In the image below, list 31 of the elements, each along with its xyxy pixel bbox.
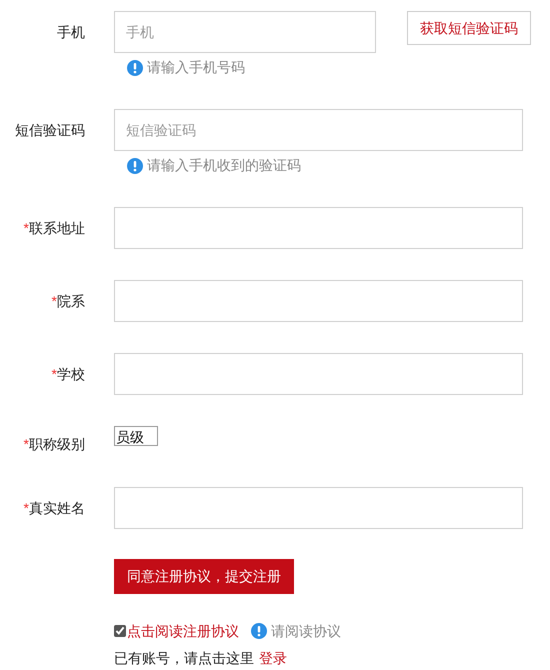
info-icon [127,158,143,174]
field-label: 学校 [57,364,85,384]
input-field[interactable] [114,487,523,529]
submit-button[interactable]: 同意注册协议，提交注册 [114,559,294,594]
required-mark: * [24,218,29,238]
input-field[interactable]: 手机 [114,11,376,53]
field-label: 真实姓名 [29,498,85,518]
input-field[interactable] [114,353,523,395]
required-mark: * [24,498,29,518]
required-mark: * [24,434,29,454]
hint-text: 请输入手机号码 [147,58,245,77]
field-label: 联系地址 [29,218,85,238]
select-field[interactable]: 员级 [114,426,158,446]
input-field[interactable] [114,207,523,249]
field-label: 手机 [57,22,85,42]
agreement-checkbox[interactable] [114,625,126,637]
field-label: 短信验证码 [15,120,85,140]
get-code-button[interactable]: 获取短信验证码 [407,11,531,45]
login-link[interactable]: 登录 [259,648,287,669]
agreement-link[interactable]: 点击阅读注册协议 [127,620,239,642]
input-field[interactable] [114,280,523,322]
required-mark: * [52,364,57,384]
field-label: 职称级别 [29,434,85,454]
hint-text: 请阅读协议 [271,622,341,640]
info-icon [127,60,143,76]
info-icon [251,623,267,639]
hint-text: 请输入手机收到的验证码 [147,156,301,175]
field-label: 院系 [57,292,85,310]
required-mark: * [52,292,57,310]
input-field[interactable]: 短信验证码 [114,109,523,151]
login-prompt: 已有账号，请点击这里 [114,649,254,668]
